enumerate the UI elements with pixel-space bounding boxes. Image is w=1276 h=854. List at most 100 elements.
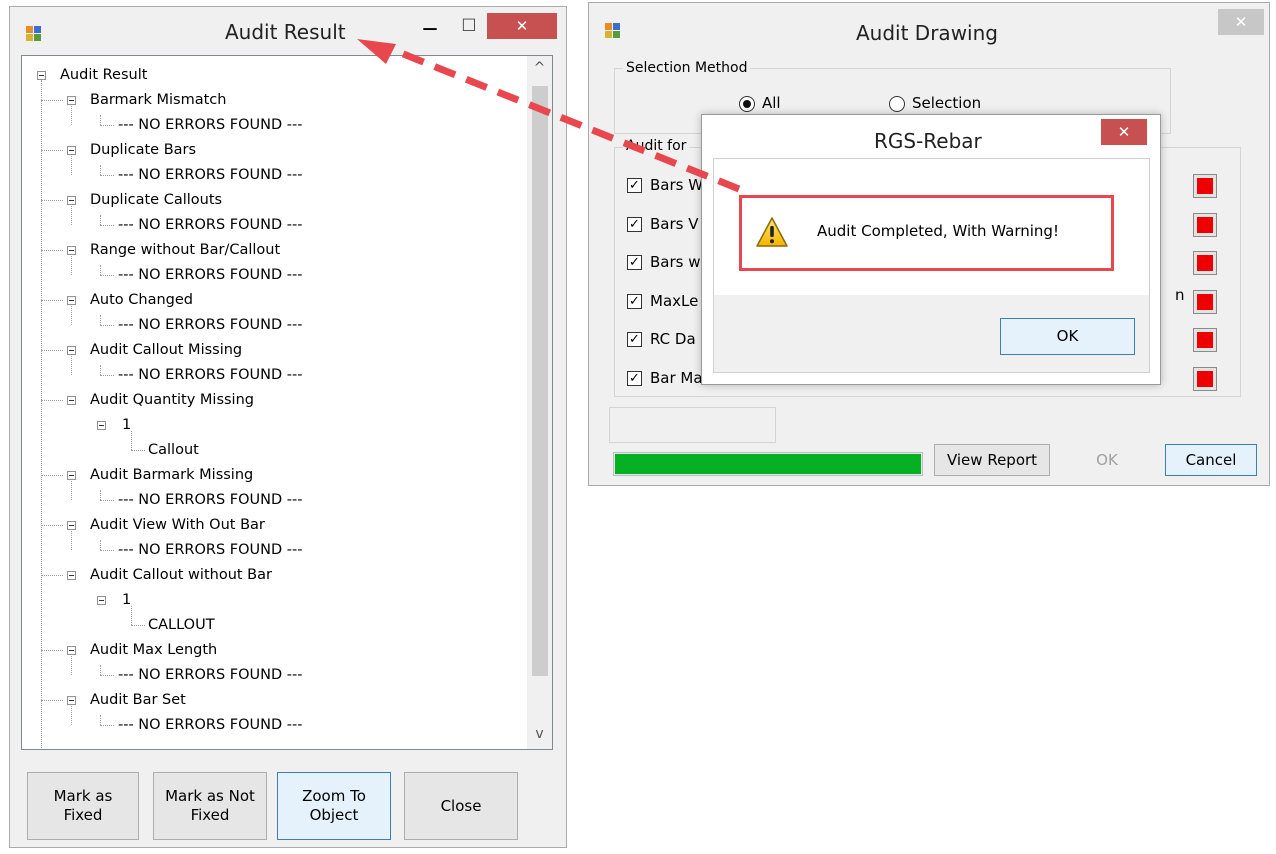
tree-leaf-node[interactable]: --- NO ERRORS FOUND --- xyxy=(118,715,302,735)
audit-checkbox[interactable]: ✓ xyxy=(627,255,642,270)
close-button[interactable]: Close xyxy=(404,772,518,840)
tree-connector xyxy=(131,606,132,625)
tree-expander[interactable] xyxy=(67,471,76,480)
scroll-up-icon[interactable]: ^ xyxy=(527,60,552,78)
tree-root-node[interactable]: Audit Result xyxy=(60,65,147,85)
audit-checkbox[interactable]: ✓ xyxy=(627,293,642,309)
tree-expander[interactable] xyxy=(67,296,76,305)
tree-group-node[interactable]: Duplicate Callouts xyxy=(90,190,222,210)
tree-expander[interactable] xyxy=(67,246,76,255)
tree-connector xyxy=(100,375,114,376)
tree-sub-node[interactable]: 1 xyxy=(122,415,131,435)
tree-group-node[interactable]: Barmark Mismatch xyxy=(90,90,226,110)
hidden-label-tail: n xyxy=(1175,286,1185,304)
tree-expander[interactable] xyxy=(67,346,76,355)
tree-connector xyxy=(100,165,101,175)
tree-connector xyxy=(131,450,145,451)
tree-group-node[interactable]: Audit Bar Set xyxy=(90,690,186,710)
tree-leaf-node[interactable]: --- NO ERRORS FOUND --- xyxy=(118,315,302,335)
tree-group-node[interactable]: Audit Barmark Missing xyxy=(90,465,253,485)
maximize-button[interactable]: ☐ xyxy=(455,15,483,39)
tree-connector xyxy=(131,431,132,450)
status-indicator xyxy=(1193,174,1217,198)
message-ok-button[interactable]: OK xyxy=(1000,318,1135,355)
audit-checkbox-label: Bars w xyxy=(650,253,701,271)
mark-as-fixed-button[interactable]: Mark as Fixed xyxy=(27,772,139,840)
scroll-thumb[interactable] xyxy=(532,86,548,676)
tree-connector xyxy=(41,475,63,476)
tree-leaf-node[interactable]: --- NO ERRORS FOUND --- xyxy=(118,665,302,685)
close-window-button[interactable]: ✕ xyxy=(487,13,557,39)
tree-group-node[interactable]: Audit Max Length xyxy=(90,640,217,660)
tree-leaf-node[interactable]: --- NO ERRORS FOUND --- xyxy=(118,165,302,185)
status-indicator xyxy=(1193,212,1217,237)
tree-content: Audit Result Barmark Mismatch --- NO ERROR… xyxy=(22,56,527,749)
view-report-button[interactable]: View Report xyxy=(934,444,1050,476)
tree-group-node[interactable]: Audit Quantity Missing xyxy=(90,390,254,410)
tree-leaf-node[interactable]: --- NO ERRORS FOUND --- xyxy=(118,265,302,285)
minimize-button[interactable]: — xyxy=(415,17,445,41)
message-box-close-button[interactable]: ✕ xyxy=(1101,119,1147,145)
audit-result-window: Audit Result — ☐ ✕ Audit Result Barmark M… xyxy=(9,6,567,848)
status-indicator xyxy=(1193,251,1217,275)
audit-checkbox[interactable]: ✓ xyxy=(627,178,642,193)
tree-expander[interactable] xyxy=(67,521,76,530)
scrollbar[interactable]: ^ v xyxy=(527,56,552,749)
tree-expander[interactable] xyxy=(67,196,76,205)
tree-expander[interactable] xyxy=(67,696,76,705)
status-indicator-fill xyxy=(1197,178,1213,194)
tree-expander[interactable] xyxy=(67,96,76,105)
audit-checkbox-label: MaxLe xyxy=(650,291,699,310)
warning-icon xyxy=(756,217,788,247)
tree-connector xyxy=(100,125,114,126)
tree-connector xyxy=(71,656,72,675)
tree-group-node[interactable]: Audit Callout without Bar xyxy=(90,565,272,585)
tree-connector xyxy=(100,315,101,325)
tree-connector xyxy=(100,175,114,176)
tree-group-node[interactable]: Audit Callout Missing xyxy=(90,340,242,360)
tree-connector xyxy=(71,356,72,375)
tree-expander[interactable] xyxy=(67,396,76,405)
tree-leaf-node[interactable]: --- NO ERRORS FOUND --- xyxy=(118,215,302,235)
ok-button-disabled[interactable]: OK xyxy=(1062,444,1152,476)
tree-connector xyxy=(41,80,42,749)
tree-leaf-node[interactable]: Callout xyxy=(148,440,199,460)
radio-all-label: All xyxy=(762,94,781,112)
audit-tree-view[interactable]: Audit Result Barmark Mismatch --- NO ERROR… xyxy=(21,55,553,750)
mark-as-not-fixed-button[interactable]: Mark as Not Fixed xyxy=(153,772,267,840)
tree-connector xyxy=(100,115,101,125)
scroll-down-icon[interactable]: v xyxy=(527,726,552,744)
tree-connector xyxy=(100,550,114,551)
audit-checkbox[interactable]: ✓ xyxy=(627,332,642,347)
radio-all[interactable] xyxy=(739,96,755,112)
zoom-to-object-button[interactable]: Zoom To Object xyxy=(277,772,391,840)
tree-group-node[interactable]: Auto Changed xyxy=(90,290,193,310)
tree-group-node[interactable]: Duplicate Bars xyxy=(90,140,196,160)
tree-connector xyxy=(100,275,114,276)
audit-checkbox[interactable]: ✓ xyxy=(627,370,642,386)
tree-sub-node[interactable]: 1 xyxy=(122,590,131,610)
close-window-button[interactable]: ✕ xyxy=(1218,9,1264,35)
tree-group-node[interactable]: Range without Bar/Callout xyxy=(90,240,280,260)
tree-group-node[interactable]: Audit View With Out Bar xyxy=(90,515,265,535)
tree-leaf-node[interactable]: --- NO ERRORS FOUND --- xyxy=(118,490,302,510)
status-indicator xyxy=(1193,328,1217,352)
tree-expander[interactable] xyxy=(67,146,76,155)
tree-leaf-node[interactable]: --- NO ERRORS FOUND --- xyxy=(118,540,302,560)
radio-selection[interactable] xyxy=(889,96,905,112)
tree-connector xyxy=(71,306,72,325)
tree-expander[interactable] xyxy=(67,571,76,580)
tree-expander-root[interactable] xyxy=(37,71,46,80)
status-box xyxy=(609,407,776,443)
tree-leaf-node[interactable]: --- NO ERRORS FOUND --- xyxy=(118,365,302,385)
tree-expander[interactable] xyxy=(97,421,106,430)
tree-expander[interactable] xyxy=(97,596,106,605)
tree-leaf-node[interactable]: --- NO ERRORS FOUND --- xyxy=(118,115,302,135)
tree-leaf-node[interactable]: CALLOUT xyxy=(148,615,215,635)
progress-fill xyxy=(615,454,921,474)
audit-checkbox[interactable]: ✓ xyxy=(627,216,642,232)
status-indicator xyxy=(1193,289,1217,314)
tree-connector xyxy=(71,256,72,275)
cancel-button[interactable]: Cancel xyxy=(1165,444,1257,476)
tree-expander[interactable] xyxy=(67,646,76,655)
